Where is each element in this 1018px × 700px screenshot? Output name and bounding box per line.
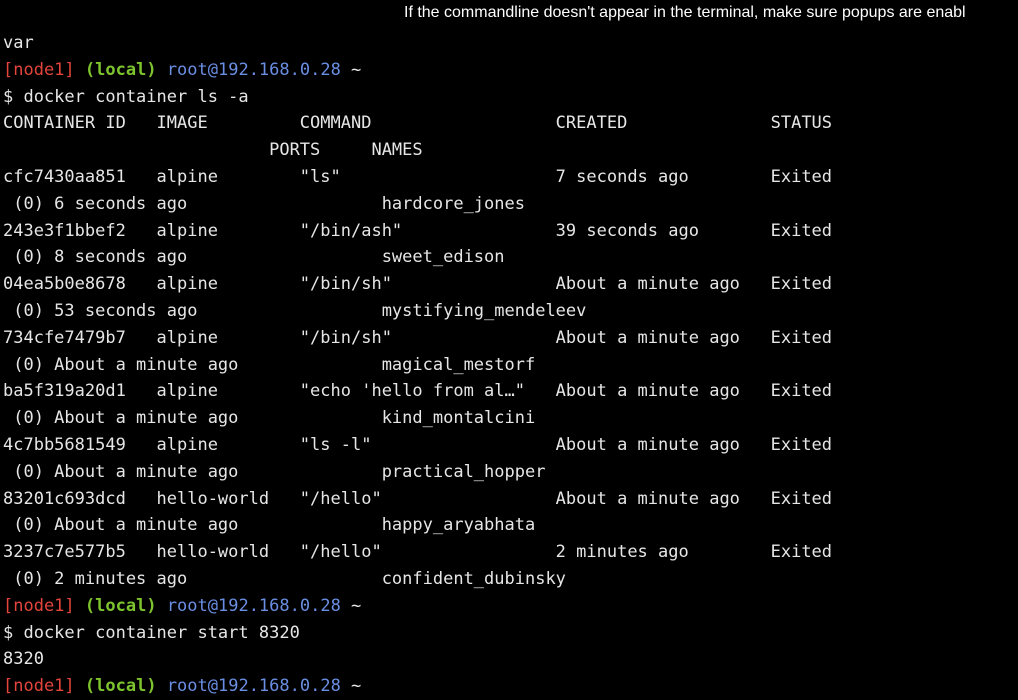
terminal-output-line: $ docker container ls -a <box>3 86 249 107</box>
terminal-output-line: 8320 <box>3 649 44 670</box>
terminal-output-line: (0) About a minute ago magical_mestorf <box>3 354 536 375</box>
terminal-output-line: ba5f319a20d1 alpine "echo 'hello from al… <box>3 381 833 402</box>
terminal-output-line: 3237c7e577b5 hello-world "/hello" 2 minu… <box>3 542 833 563</box>
terminal-output[interactable]: var [node1] (local) root@192.168.0.28 ~ $ … <box>3 30 1018 700</box>
terminal-prompt-line: [node1] (local) root@192.168.0.28 ~ <box>3 593 1018 620</box>
terminal-prompt-line: [node1] (local) root@192.168.0.28 ~ <box>3 57 1018 84</box>
terminal-output-line: (0) About a minute ago happy_aryabhata <box>3 515 536 536</box>
prompt-separator <box>75 676 85 696</box>
prompt-separator <box>157 596 167 616</box>
prompt-node-label: [node1] <box>3 676 75 697</box>
terminal-output-line: 04ea5b0e8678 alpine "/bin/sh" About a mi… <box>3 274 833 295</box>
terminal-output-line: (0) About a minute ago kind_montalcini <box>3 408 536 429</box>
prompt-cwd: ~ <box>340 595 362 616</box>
terminal-output-line: $ docker container start 8320 <box>3 622 300 643</box>
popup-notice-banner: If the commandline doesn't appear in the… <box>404 4 966 21</box>
terminal-output-line: 243e3f1bbef2 alpine "/bin/ash" 39 second… <box>3 220 833 241</box>
terminal-output-line: (0) 8 seconds ago sweet_edison <box>3 247 505 268</box>
terminal-output-line: PORTS NAMES <box>3 140 423 161</box>
prompt-separator <box>157 676 167 696</box>
prompt-separator <box>75 60 85 80</box>
prompt-user-host: root@192.168.0.28 <box>166 595 341 616</box>
terminal-output-line: 734cfe7479b7 alpine "/bin/sh" About a mi… <box>3 327 833 348</box>
prompt-separator <box>157 60 167 80</box>
terminal-output-line: (0) About a minute ago practical_hopper <box>3 461 546 482</box>
prompt-user-host: root@192.168.0.28 <box>166 59 341 80</box>
prompt-user-host: root@192.168.0.28 <box>166 676 341 697</box>
terminal-output-line: 83201c693dcd hello-world "/hello" About … <box>3 488 833 509</box>
prompt-node-label: [node1] <box>3 59 75 80</box>
prompt-local-label: (local) <box>84 595 157 616</box>
terminal-prompt-line: [node1] (local) root@192.168.0.28 ~ <box>3 673 1018 700</box>
terminal-output-line: (0) 2 minutes ago confident_dubinsky <box>3 568 566 589</box>
terminal-output-line: (0) 53 seconds ago mystifying_mendeleev <box>3 300 587 321</box>
prompt-local-label: (local) <box>84 59 157 80</box>
terminal-output-line: var <box>3 33 34 53</box>
prompt-cwd: ~ <box>340 676 362 697</box>
prompt-node-label: [node1] <box>3 595 75 616</box>
terminal-output-line: cfc7430aa851 alpine "ls" 7 seconds ago E… <box>3 166 833 187</box>
prompt-local-label: (local) <box>84 676 157 697</box>
terminal-output-line: 4c7bb5681549 alpine "ls -l" About a minu… <box>3 434 833 455</box>
prompt-cwd: ~ <box>340 59 362 80</box>
terminal-output-line: (0) 6 seconds ago hardcore_jones <box>3 193 525 214</box>
terminal-output-line: CONTAINER ID IMAGE COMMAND CREATED STATU… <box>3 113 833 134</box>
prompt-separator <box>75 596 85 616</box>
